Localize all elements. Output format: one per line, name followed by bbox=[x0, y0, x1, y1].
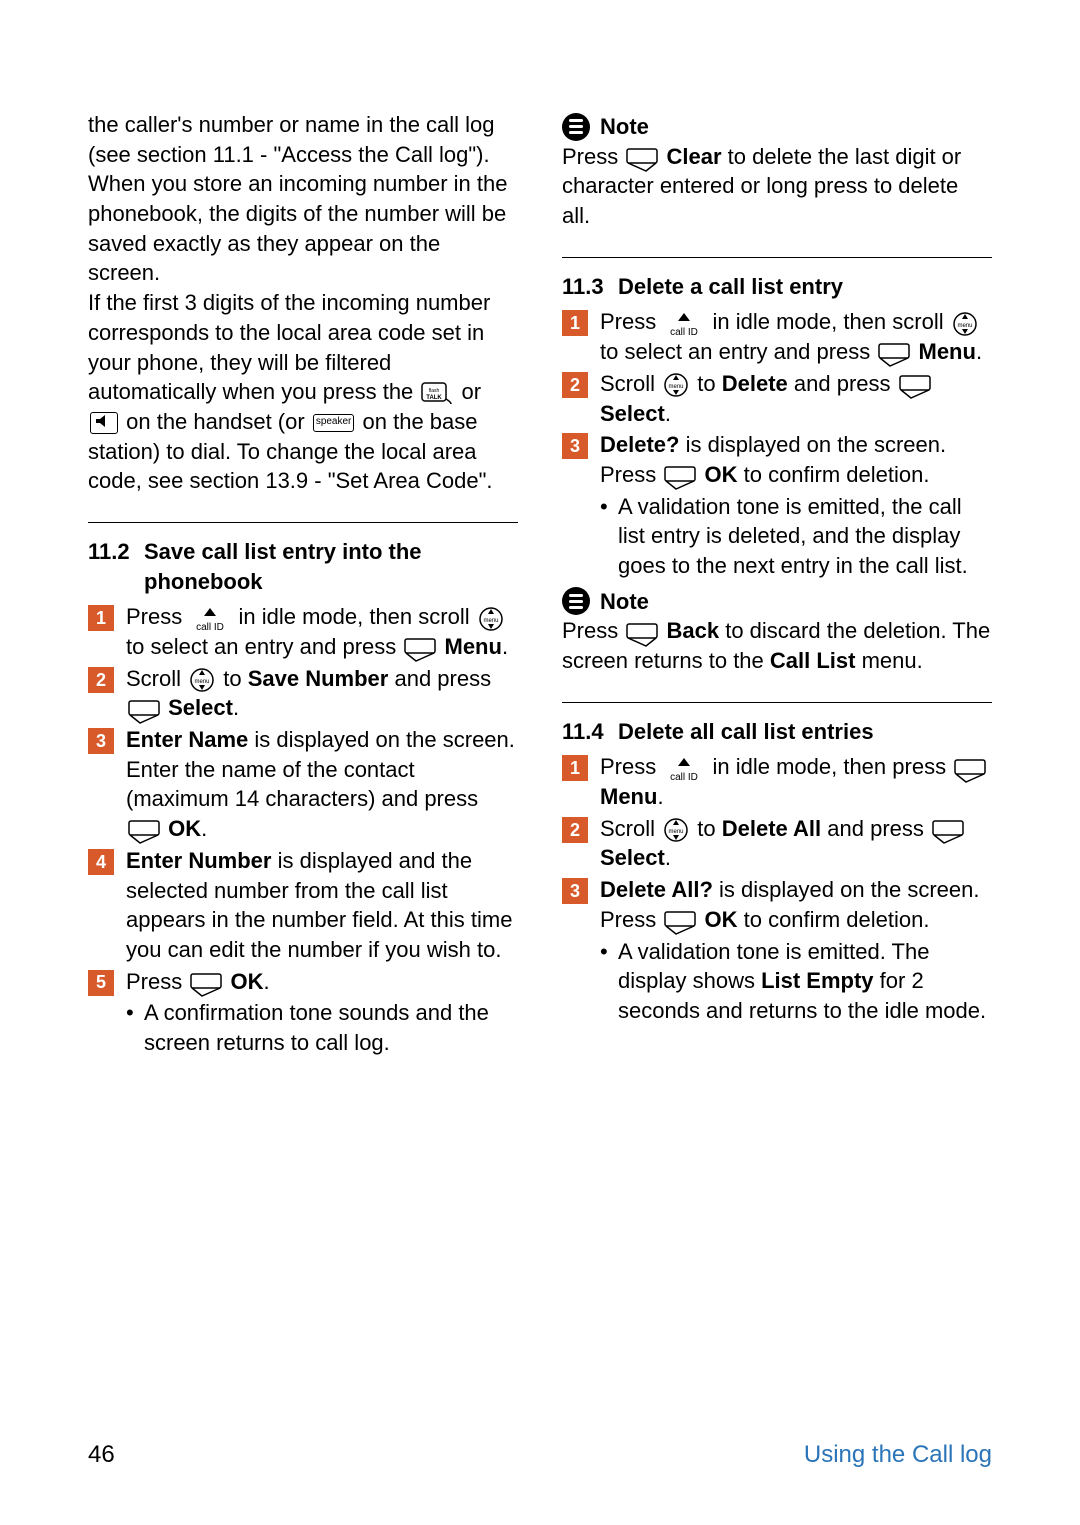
softkey-left-icon bbox=[128, 820, 160, 840]
nav-key-icon bbox=[189, 667, 215, 693]
page-footer: 46 Using the Call log bbox=[88, 1441, 992, 1469]
step-number: 3 bbox=[88, 728, 114, 754]
softkey-right-icon bbox=[626, 148, 658, 168]
divider bbox=[562, 702, 992, 703]
softkey-left-icon bbox=[932, 820, 964, 840]
softkey-right-icon bbox=[626, 623, 658, 643]
left-column: the caller's number or name in the call … bbox=[88, 110, 518, 1058]
note-icon bbox=[562, 113, 590, 141]
note-1-heading: Note bbox=[562, 112, 992, 142]
talk-key-icon bbox=[421, 382, 453, 404]
footer-title: Using the Call log bbox=[804, 1441, 992, 1469]
softkey-left-icon bbox=[954, 759, 986, 779]
intro-para-2: When you store an incoming number in the… bbox=[88, 169, 518, 288]
softkey-left-icon bbox=[664, 911, 696, 931]
right-column: Note Press Clear to delete the last digi… bbox=[562, 110, 992, 1058]
intro-para-3: If the first 3 digits of the incoming nu… bbox=[88, 288, 518, 496]
softkey-left-icon bbox=[664, 466, 696, 486]
softkey-left-icon bbox=[128, 700, 160, 720]
section-11-4-heading: 11.4 Delete all call list entries bbox=[562, 717, 992, 747]
step-11-3-2: 2 Scroll to Delete and press Select. bbox=[562, 369, 992, 428]
step-number: 2 bbox=[562, 817, 588, 843]
step-number: 2 bbox=[562, 372, 588, 398]
step-number: 1 bbox=[88, 605, 114, 631]
step-number: 1 bbox=[562, 310, 588, 336]
note-2-body: Press Back to discard the deletion. The … bbox=[562, 616, 992, 675]
step-number: 2 bbox=[88, 667, 114, 693]
step-11-2-2: 2 Scroll to Save Number and press Select… bbox=[88, 664, 518, 723]
nav-key-icon bbox=[663, 817, 689, 843]
manual-page: the caller's number or name in the call … bbox=[0, 0, 1080, 1525]
callid-key-icon bbox=[664, 756, 704, 782]
step-number: 5 bbox=[88, 970, 114, 996]
step-number: 4 bbox=[88, 849, 114, 875]
bullet-11-2: • A confirmation tone sounds and the scr… bbox=[126, 998, 518, 1057]
section-11-3-heading: 11.3 Delete a call list entry bbox=[562, 272, 992, 302]
step-11-2-5: 5 Press OK. bbox=[88, 967, 518, 997]
step-number: 3 bbox=[562, 433, 588, 459]
divider bbox=[562, 257, 992, 258]
divider bbox=[88, 522, 518, 523]
note-1-body: Press Clear to delete the last digit or … bbox=[562, 142, 992, 231]
step-11-4-2: 2 Scroll to Delete All and press Select. bbox=[562, 814, 992, 873]
nav-key-icon bbox=[663, 372, 689, 398]
page-number: 46 bbox=[88, 1441, 115, 1469]
bullet-11-4: • A validation tone is emitted. The disp… bbox=[600, 937, 992, 1026]
step-number: 3 bbox=[562, 878, 588, 904]
nav-key-icon bbox=[478, 606, 504, 632]
step-11-3-1: 1 Press in idle mode, then scroll to sel… bbox=[562, 307, 992, 366]
softkey-left-icon bbox=[190, 973, 222, 993]
softkey-left-icon bbox=[899, 375, 931, 395]
step-11-2-4: 4 Enter Number is displayed and the sele… bbox=[88, 846, 518, 965]
intro-para-1: the caller's number or name in the call … bbox=[88, 110, 518, 169]
speaker-key-icon: speaker bbox=[313, 414, 355, 432]
note-icon bbox=[562, 587, 590, 615]
step-11-4-1: 1 Press in idle mode, then press Menu. bbox=[562, 752, 992, 811]
step-11-2-1: 1 Press in idle mode, then scroll to sel… bbox=[88, 602, 518, 661]
callid-key-icon bbox=[190, 606, 230, 632]
step-11-2-3: 3 Enter Name is displayed on the screen.… bbox=[88, 725, 518, 844]
softkey-left-icon bbox=[878, 343, 910, 363]
softkey-left-icon bbox=[404, 638, 436, 658]
step-number: 1 bbox=[562, 755, 588, 781]
bullet-11-3: • A validation tone is emitted, the call… bbox=[600, 492, 992, 581]
note-2-heading: Note bbox=[562, 587, 992, 617]
callid-key-icon bbox=[664, 311, 704, 337]
handset-speaker-key-icon bbox=[90, 412, 118, 434]
step-11-3-3: 3 Delete? is displayed on the screen. Pr… bbox=[562, 430, 992, 489]
section-11-2-heading: 11.2 Save call list entry into the phone… bbox=[88, 537, 518, 596]
step-11-4-3: 3 Delete All? is displayed on the screen… bbox=[562, 875, 992, 934]
nav-key-icon bbox=[952, 311, 978, 337]
